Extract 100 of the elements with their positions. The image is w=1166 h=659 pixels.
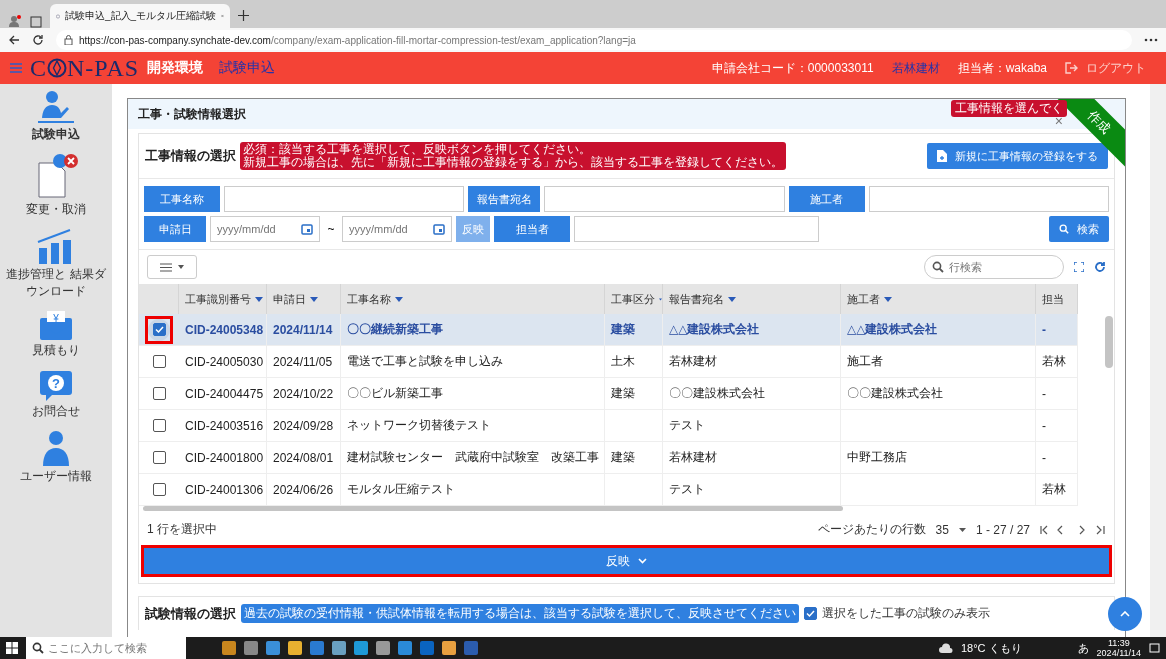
- column-header[interactable]: 報告書宛名: [663, 284, 841, 314]
- checkbox-label: 選択をした工事の試験のみ表示: [822, 605, 990, 622]
- table-cell: [605, 474, 663, 506]
- date-field[interactable]: yyyy/mm/dd: [342, 216, 452, 242]
- sidebar-item[interactable]: ? お問合せ: [2, 369, 110, 420]
- input-field[interactable]: [544, 186, 785, 212]
- table-cell: 建築: [605, 378, 663, 410]
- ime-indicator[interactable]: あ: [1077, 640, 1089, 656]
- add-document-icon: [937, 150, 947, 162]
- cloud-icon: [938, 643, 953, 653]
- person-at-desk-icon: [36, 90, 76, 124]
- logout-icon[interactable]: [1065, 62, 1078, 74]
- tab-actions-icon: [30, 16, 42, 28]
- menu-icon[interactable]: [10, 63, 22, 73]
- app-icon[interactable]: [244, 641, 258, 655]
- search-icon: [1059, 223, 1069, 235]
- sidebar-item[interactable]: ¥ 見積もり: [2, 310, 110, 359]
- table-cell: CID-24005348: [179, 314, 267, 346]
- row-checkbox[interactable]: [152, 323, 166, 336]
- table-cell: 〇〇建設株式会社: [841, 378, 1036, 410]
- table-cell: 2024/11/05: [267, 346, 341, 378]
- app-icon[interactable]: [376, 641, 390, 655]
- sidebar-item[interactable]: 試験申込: [2, 90, 110, 143]
- table-cell: 建築: [605, 314, 663, 346]
- sidebar-item[interactable]: 変更・取消: [2, 153, 110, 218]
- app-icon[interactable]: [266, 641, 280, 655]
- menu-icon: [160, 262, 172, 272]
- reflect-button[interactable]: 反映: [144, 548, 1109, 574]
- table-cell: -: [1036, 378, 1078, 410]
- row-checkbox[interactable]: [152, 483, 166, 496]
- info-note: 過去の試験の受付情報・供試体情報を転用する場合は、該当する試験を選択して、反映させてください: [241, 604, 799, 623]
- table-cell: 電送で工事と試験を申し込み: [341, 346, 605, 378]
- clock[interactable]: 11:39 2024/11/14: [1096, 638, 1141, 658]
- checkbox[interactable]: [804, 607, 817, 620]
- sort-caret-icon: [255, 296, 263, 302]
- date-field[interactable]: yyyy/mm/dd: [210, 216, 320, 242]
- refresh-icon[interactable]: [1094, 261, 1106, 273]
- row-checkbox[interactable]: [152, 419, 166, 432]
- hint-badge: 工事情報を選んでく: [951, 100, 1067, 117]
- more-icon[interactable]: [1144, 38, 1158, 42]
- register-project-button[interactable]: 新規に工事情報の登録をする: [927, 143, 1108, 169]
- browser-tab[interactable]: 試験申込_記入_モルタル圧縮試験: [50, 4, 230, 28]
- input-field[interactable]: [868, 186, 1109, 212]
- scroll-top-button[interactable]: [1108, 597, 1142, 631]
- reload-icon[interactable]: [32, 34, 44, 46]
- table-cell: 2024/06/26: [267, 474, 341, 506]
- table-cell: モルタル圧縮テスト: [341, 474, 605, 506]
- scrollbar-thumb: [1105, 316, 1113, 368]
- address-bar[interactable]: https://con-pas-company.synchate-dev.com/company/exam-application-fill-mortar-compression-test/exam_application?lang=ja: [56, 30, 1132, 50]
- sidebar-item[interactable]: 進捗管理と 結果ダウンロード: [2, 228, 110, 300]
- fullscreen-icon[interactable]: [1074, 262, 1084, 272]
- start-icon[interactable]: [6, 642, 18, 654]
- app-icon[interactable]: [310, 641, 324, 655]
- page-range: 1 - 27 / 27: [975, 522, 1030, 537]
- column-header[interactable]: 工事識別番号: [179, 284, 267, 314]
- table-cell: -: [1036, 314, 1078, 346]
- notification-icon[interactable]: [1149, 642, 1160, 654]
- tab-title: 試験申込_記入_モルタル圧縮試験: [65, 9, 217, 23]
- taskbar-search[interactable]: ここに入力して検索: [26, 637, 186, 659]
- app-icon[interactable]: [398, 641, 412, 655]
- table-cell: 若林建材: [663, 442, 841, 474]
- app-icon[interactable]: [332, 641, 346, 655]
- sidebar-item[interactable]: ユーザー情報: [2, 430, 110, 485]
- row-checkbox[interactable]: [152, 355, 166, 368]
- app-icon[interactable]: [288, 641, 302, 655]
- input-field[interactable]: [224, 186, 465, 212]
- input-field[interactable]: [574, 216, 819, 242]
- back-icon[interactable]: [8, 34, 20, 46]
- field-label: 担当者: [494, 216, 570, 242]
- app-icon[interactable]: [442, 641, 456, 655]
- table-cell: テスト: [663, 410, 841, 442]
- rows-per-page-select[interactable]: 35: [935, 522, 949, 537]
- table-cell: 〇〇ビル新築工事: [341, 378, 605, 410]
- column-header[interactable]: 担当: [1036, 284, 1078, 314]
- search-button[interactable]: 検索: [1049, 216, 1109, 242]
- pagination-icons[interactable]: [1040, 524, 1106, 535]
- section-title: 試験情報の選択: [145, 604, 236, 623]
- column-header[interactable]: 工事区分: [605, 284, 663, 314]
- app-icon[interactable]: [222, 641, 236, 655]
- row-search-field[interactable]: 行検索: [924, 255, 1064, 279]
- check-icon: [806, 609, 815, 618]
- column-menu-button[interactable]: [147, 255, 197, 279]
- table-cell: CID-24005030: [179, 346, 267, 378]
- user-icon: [41, 430, 71, 466]
- row-checkbox[interactable]: [152, 387, 166, 400]
- search-icon: [932, 261, 944, 273]
- app-icon[interactable]: [464, 641, 478, 655]
- table-cell: 建材試験センター 武蔵府中試験室 改築工事: [341, 442, 605, 474]
- column-header[interactable]: 工事名称: [341, 284, 605, 314]
- row-checkbox[interactable]: [152, 451, 166, 464]
- app-icon[interactable]: [420, 641, 434, 655]
- column-header[interactable]: 施工者: [841, 284, 1036, 314]
- field-label: 報告書宛名: [468, 186, 541, 212]
- table-cell: 〇〇継続新築工事: [341, 314, 605, 346]
- new-tab-icon[interactable]: [238, 10, 249, 21]
- table-cell: 若林建材: [663, 346, 841, 378]
- column-header[interactable]: 申請日: [267, 284, 341, 314]
- table-cell: 土木: [605, 346, 663, 378]
- person-label: 担当者：wakaba: [957, 59, 1047, 77]
- app-icon[interactable]: [354, 641, 368, 655]
